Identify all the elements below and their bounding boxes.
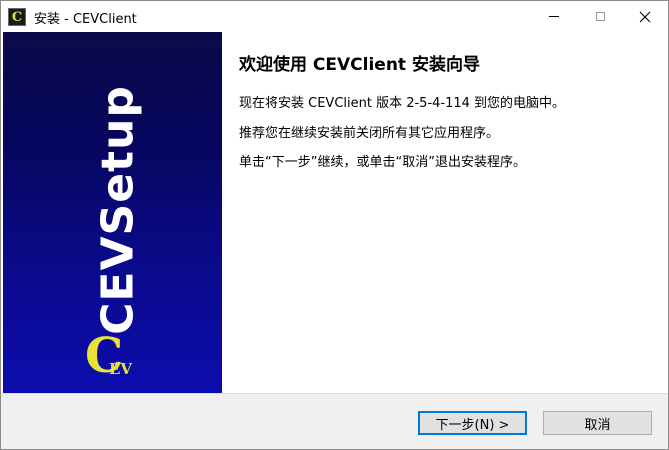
button-bar: 下一步(N) > 取消 — [1, 393, 668, 449]
close-apps-text: 推荐您在继续安装前关闭所有其它应用程序。 — [239, 126, 500, 141]
cev-logo: C EV — [85, 332, 147, 386]
installer-window: C 安装 - CEVClient CEVSetup C EV 欢迎使用 CEVC… — [0, 0, 669, 450]
cev-logo-small-letters: EV — [109, 360, 133, 378]
banner-vertical-logo: CEVSetup — [92, 85, 144, 335]
maximize-icon — [595, 12, 605, 21]
cancel-button[interactable]: 取消 — [543, 411, 652, 435]
minimize-icon — [549, 16, 559, 17]
app-icon: C — [8, 8, 26, 26]
minimize-button[interactable] — [531, 1, 577, 32]
close-button[interactable] — [622, 1, 668, 32]
welcome-heading: 欢迎使用 CEVClient 安装向导 — [239, 55, 480, 75]
title-bar[interactable]: C 安装 - CEVClient — [1, 1, 668, 32]
setup-banner: CEVSetup C EV — [3, 32, 222, 393]
maximize-button[interactable] — [577, 1, 623, 32]
window-title: 安装 - CEVClient — [34, 12, 137, 27]
app-icon-letter: C — [11, 9, 23, 25]
close-icon — [639, 11, 651, 22]
instruction-text: 单击“下一步”继续，或单击“取消”退出安装程序。 — [239, 155, 526, 170]
install-info-text: 现在将安装 CEVClient 版本 2-5-4-114 到您的电脑中。 — [239, 96, 566, 111]
next-button[interactable]: 下一步(N) > — [418, 411, 527, 435]
